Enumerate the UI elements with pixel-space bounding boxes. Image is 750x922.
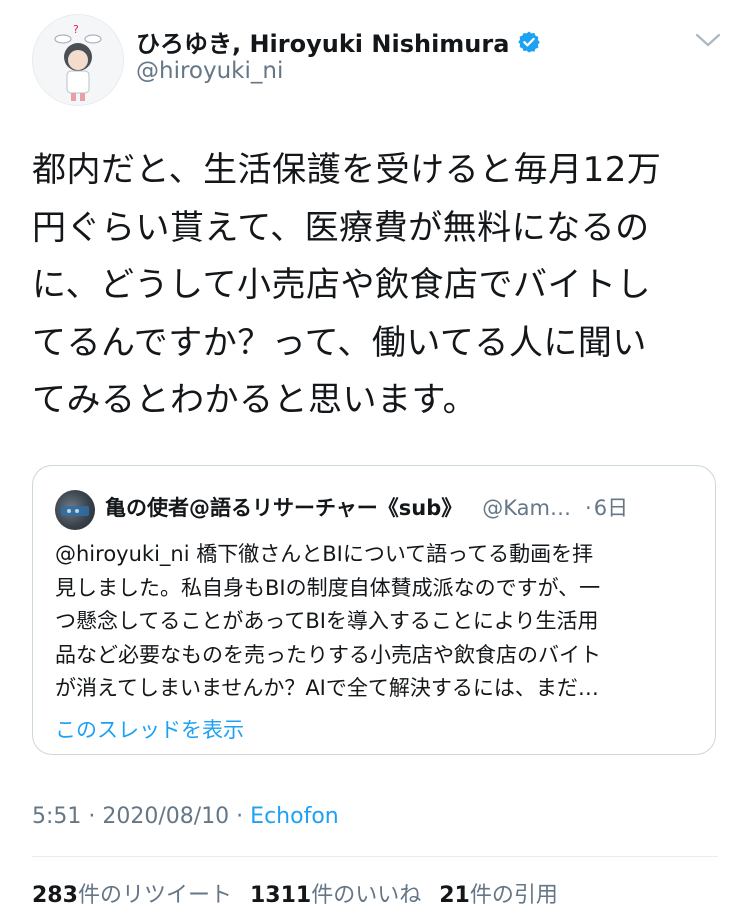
quoted-tweet-card[interactable]: 亀の使者@語るリサーチャー《sub》 @Kam… · 6日 @hiroyuki_…	[32, 465, 716, 755]
tweet-text: 都内だと、生活保護を受けると毎月12万 円ぐらい貰えて、医療費が無料になるの に…	[32, 142, 722, 430]
quote-count[interactable]: 21件の引用	[439, 877, 558, 909]
tweet-line: てるんですか？って、働いてる人に聞い	[32, 322, 647, 363]
avatar-illustration: ?	[33, 15, 123, 105]
quoted-header: 亀の使者@語るリサーチャー《sub》 @Kam… · 6日	[105, 492, 628, 522]
quoted-line: 品など必要なものを売ったりする小売店や飲食店のバイト	[55, 642, 601, 667]
engagement-stats: 283件のリツイート 1311件のいいね 21件の引用	[32, 877, 576, 909]
tweet-line: 都内だと、生活保護を受けると毎月12万	[32, 150, 662, 190]
like-count-number: 1311	[249, 883, 312, 908]
divider	[32, 856, 718, 857]
show-thread-link[interactable]: このスレッドを表示	[55, 714, 244, 744]
quoted-line: が消えてしまいませんか？AIで全て解決するには、まだ…	[55, 676, 599, 700]
author-display-name[interactable]: ひろゆき, Hiroyuki Nishimura	[136, 24, 509, 59]
verified-badge-icon	[518, 31, 541, 52]
quoted-timestamp: 6日	[593, 496, 629, 520]
quoted-line: 見しました。私自身もBIの制度自体賛成派なのですが、一	[55, 575, 601, 600]
quoted-avatar-image	[61, 506, 89, 516]
like-count-label: 件のいいね	[311, 883, 422, 908]
tweet-line: に、どうして小売店や飲食店でバイトし	[32, 265, 651, 305]
chevron-down-icon[interactable]	[694, 30, 722, 50]
separator-dot: ·	[585, 496, 592, 520]
like-count[interactable]: 1311件のいいね	[250, 877, 421, 909]
quoted-tweet-text: @hiroyuki_ni 橋下徹さんとBIについて語ってる動画を拝 見しました。…	[55, 538, 695, 706]
retweet-count[interactable]: 283件のリツイート	[32, 877, 232, 909]
svg-text:?: ?	[73, 23, 79, 36]
author-avatar[interactable]: ?	[32, 14, 124, 106]
author-handle[interactable]: @hiroyuki_ni	[136, 58, 283, 84]
tweet-line: てみるとわかると思います。	[32, 380, 478, 420]
quoted-line: つ懸念してることがあってBIを導入することにより生活用	[55, 609, 599, 633]
retweet-count-label: 件のリツイート	[77, 883, 232, 908]
quote-count-label: 件の引用	[469, 883, 558, 908]
tweet-source-link[interactable]: Echofon	[250, 804, 339, 829]
tweet-timestamp[interactable]: 5:51 · 2020/08/10 ·	[32, 804, 250, 829]
tweet-meta: 5:51 · 2020/08/10 · Echofon	[32, 804, 339, 829]
quote-count-number: 21	[439, 883, 470, 908]
retweet-count-number: 283	[32, 883, 78, 908]
quoted-author-avatar[interactable]	[55, 490, 95, 530]
author-name-row[interactable]: ひろゆき, Hiroyuki Nishimura	[136, 24, 541, 59]
quoted-author-handle: @Kam…	[482, 496, 572, 520]
quoted-author-name: 亀の使者@語るリサーチャー《sub》	[105, 496, 463, 520]
tweet-line: 円ぐらい貰えて、医療費が無料になるの	[32, 207, 650, 248]
quoted-line: @hiroyuki_ni 橋下徹さんとBIについて語ってる動画を拝	[55, 542, 594, 566]
